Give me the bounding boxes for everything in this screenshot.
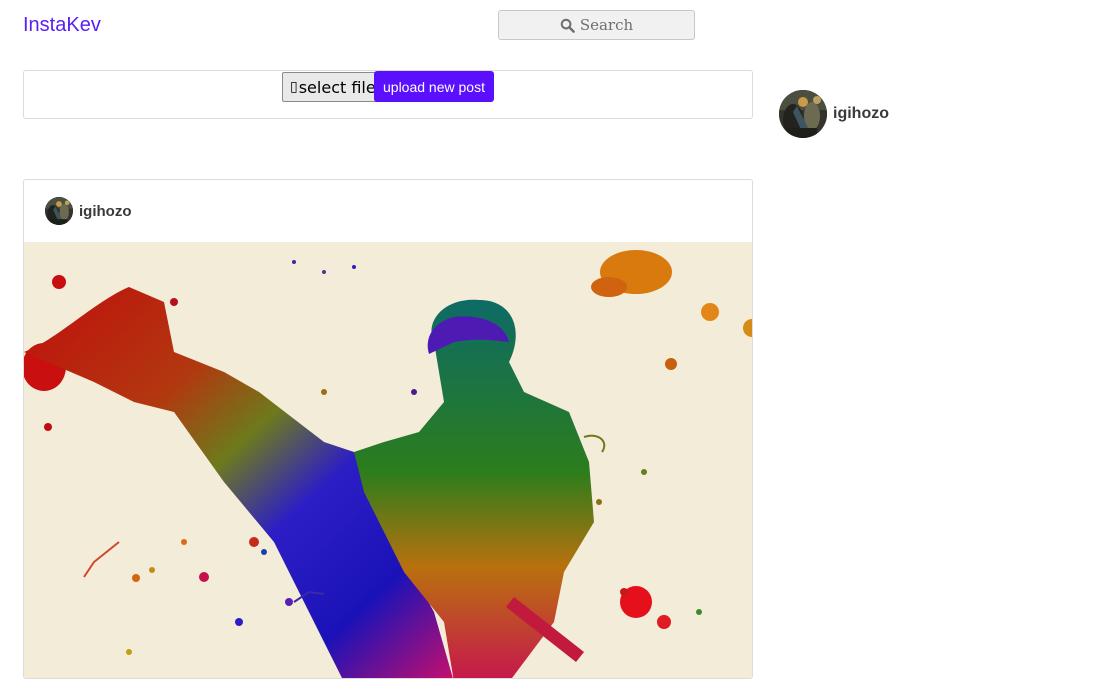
search-input[interactable]: Search: [498, 10, 695, 40]
sidebar-username[interactable]: igihozo: [833, 105, 889, 123]
file-icon: ▯: [290, 79, 298, 95]
upload-form: ▯ select file upload new post: [23, 70, 753, 119]
select-file-label: select file: [298, 77, 376, 97]
select-file-button[interactable]: ▯ select file: [282, 72, 384, 102]
post-card: igihozo: [23, 179, 753, 679]
search-placeholder: Search: [579, 16, 634, 34]
brand-logo[interactable]: InstaKev: [23, 14, 101, 37]
upload-new-post-button[interactable]: upload new post: [374, 71, 494, 102]
post-image[interactable]: [24, 242, 752, 678]
search-icon: [560, 18, 575, 33]
sidebar-profile[interactable]: igihozo: [779, 90, 889, 138]
post-avatar[interactable]: [45, 197, 73, 225]
post-username[interactable]: igihozo: [79, 203, 132, 220]
post-header: igihozo: [24, 180, 752, 242]
avatar[interactable]: [779, 90, 827, 138]
